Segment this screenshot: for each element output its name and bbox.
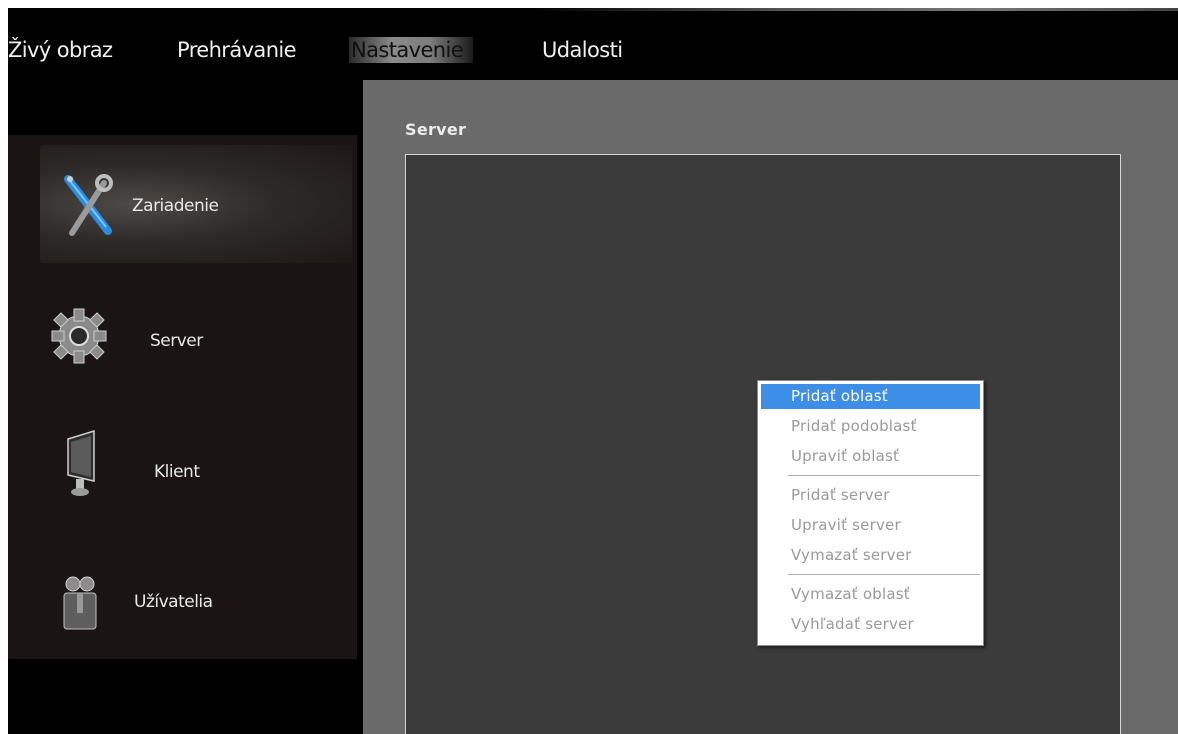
top-menu-bar: Živý obraz Prehrávanie Nastavenie Udalos…: [8, 8, 1178, 80]
ctx-add-server[interactable]: Pridať server: [761, 483, 980, 508]
sidebar-item-server[interactable]: Server: [8, 273, 357, 393]
settings-sidebar: Zariadenie Server Klient Užívatelia: [8, 135, 357, 659]
menu-settings[interactable]: Nastavenie: [349, 37, 474, 63]
sidebar-label-device: Zariadenie: [132, 196, 219, 216]
ctx-search-server[interactable]: Vyhľadať server: [761, 612, 980, 637]
ctx-delete-area[interactable]: Vymazať oblasť: [761, 582, 980, 607]
menu-playback[interactable]: Prehrávanie: [177, 37, 297, 63]
ctx-edit-area[interactable]: Upraviť oblasť: [761, 444, 980, 469]
gear-icon: [51, 308, 107, 364]
ctx-delete-server[interactable]: Vymazať server: [761, 543, 980, 568]
sidebar-item-device[interactable]: Zariadenie: [40, 145, 352, 263]
monitor-icon: [67, 429, 95, 496]
section-title: Server: [405, 120, 467, 139]
top-accent-line: [528, 8, 1178, 11]
tools-icon: [64, 174, 113, 236]
menu-live-view[interactable]: Živý obraz: [8, 37, 113, 63]
sidebar-label-server: Server: [150, 331, 203, 351]
ctx-separator: [788, 475, 980, 476]
sidebar-label-users: Užívatelia: [134, 592, 213, 612]
context-menu: Pridať oblasť Pridať podoblasť Upraviť o…: [757, 380, 984, 646]
ctx-add-subarea[interactable]: Pridať podoblasť: [761, 414, 980, 439]
sidebar-item-client[interactable]: Klient: [8, 403, 357, 523]
app-window: Živý obraz Prehrávanie Nastavenie Udalos…: [8, 8, 1178, 734]
sidebar-label-client: Klient: [154, 462, 200, 482]
sidebar-item-users[interactable]: Užívatelia: [8, 535, 357, 655]
ctx-add-area[interactable]: Pridať oblasť: [761, 384, 980, 409]
users-icon: [63, 576, 97, 630]
menu-events[interactable]: Udalosti: [542, 37, 623, 63]
ctx-separator: [788, 574, 980, 575]
ctx-edit-server[interactable]: Upraviť server: [761, 513, 980, 538]
